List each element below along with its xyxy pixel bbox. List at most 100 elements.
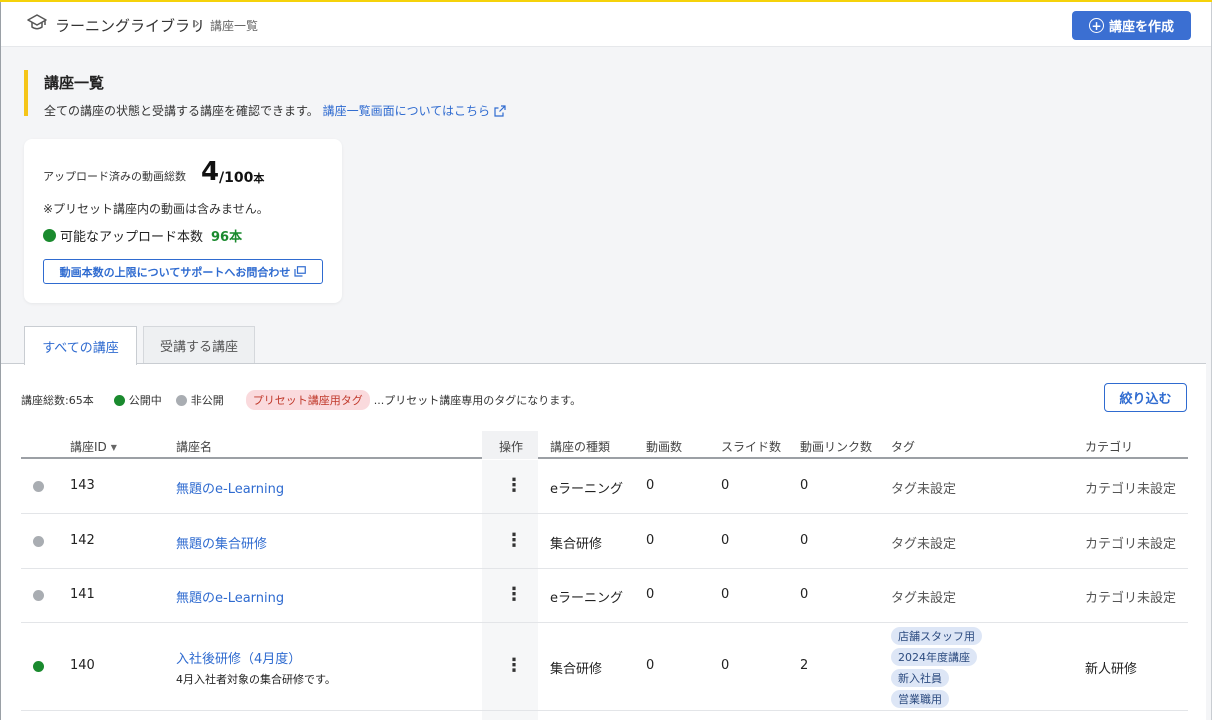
preset-tag-description: ...プリセット講座専用のタグになります。 — [373, 394, 582, 407]
legend-public: 公開中 — [113, 392, 162, 408]
course-type: eラーニング — [550, 482, 623, 497]
support-contact-label: 動画本数の上限についてサポートへお問合わせ — [59, 265, 291, 279]
video-count: 0 — [646, 587, 655, 602]
plus-circle-icon: + — [1088, 18, 1104, 33]
header-type: 講座の種類 — [550, 440, 611, 454]
tag-pill: 店舗スタッフ用 — [891, 627, 982, 645]
private-dot-icon — [175, 394, 187, 406]
external-link-icon — [494, 105, 506, 117]
create-course-button[interactable]: + 講座を作成 — [1072, 11, 1191, 40]
help-link-label: 講座一覧画面についてはこちら — [322, 104, 491, 118]
course-list-panel: 講座総数:65本 公開中 非公開 プリセット講座用タグ ...プリセット講座専用… — [1, 363, 1206, 720]
app-brand[interactable]: ラーニングライブラリ — [55, 15, 205, 36]
course-id: 142 — [70, 533, 95, 548]
table-row: 140 入社後研修（4月度） 4月入社者対象の集合研修です。 ⋮ 集合研修 0 … — [21, 623, 1188, 711]
video-count: 0 — [646, 658, 655, 673]
course-type: eラーニング — [550, 591, 623, 606]
more-options-icon[interactable]: ⋮ — [505, 586, 523, 604]
course-total: 講座総数:65本 — [21, 394, 94, 407]
graduation-cap-icon — [27, 14, 47, 30]
category-unset: カテゴリ未設定 — [1085, 537, 1177, 552]
course-name-link[interactable]: 無題の集合研修 — [176, 533, 267, 552]
upload-count-label: アップロード済みの動画総数 — [43, 170, 186, 183]
video-link-count: 2 — [800, 658, 809, 673]
breadcrumb-current: 講座一覧 — [210, 19, 259, 33]
tab-enrolled-courses[interactable]: 受講する講座 — [143, 326, 255, 364]
more-options-icon[interactable]: ⋮ — [505, 657, 523, 675]
course-type: 集合研修 — [550, 537, 603, 552]
video-count: 0 — [646, 533, 655, 548]
header-category: カテゴリ — [1085, 440, 1134, 454]
upload-count-card: アップロード済みの動画総数 4 /100本 ※プリセット講座内の動画は含みません… — [24, 139, 342, 303]
header-videos: 動画数 — [646, 440, 683, 454]
video-link-count: 0 — [800, 478, 809, 493]
page-heading-block: 講座一覧 全ての講座の状態と受講する講座を確認できます。 講座一覧画面については… — [24, 70, 506, 119]
breadcrumb-separator-icon: › — [194, 14, 200, 32]
legend-public-label: 公開中 — [128, 394, 162, 407]
header-tags: タグ — [891, 440, 916, 454]
sort-down-icon: ▼ — [110, 443, 117, 452]
course-id: 143 — [70, 478, 95, 493]
more-options-icon[interactable]: ⋮ — [505, 477, 523, 495]
slide-count: 0 — [721, 658, 730, 673]
app-header: ラーニングライブラリ › 講座一覧 + 講座を作成 — [1, 2, 1211, 47]
course-id: 141 — [70, 587, 95, 602]
create-course-label: 講座を作成 — [1108, 20, 1174, 35]
tag-list: 店舗スタッフ用 2024年度講座 新入社員 営業職用 — [891, 627, 982, 711]
header-links: 動画リンク数 — [800, 440, 873, 454]
page-title: 講座一覧 — [44, 74, 105, 92]
help-link[interactable]: 講座一覧画面についてはこちら — [323, 104, 506, 118]
header-name: 講座名 — [176, 440, 213, 454]
video-link-count: 0 — [800, 587, 809, 602]
header-id[interactable]: 講座ID ▼ — [70, 438, 117, 455]
filter-button[interactable]: 絞り込む — [1104, 383, 1187, 412]
category-unset: カテゴリ未設定 — [1085, 482, 1177, 497]
upload-count-value: 4 — [201, 157, 220, 187]
table-row: 143 無題のe-Learning ⋮ eラーニング 0 0 0 タグ未設定 カ… — [21, 460, 1188, 514]
status-dot-icon — [43, 229, 56, 242]
tags-unset: タグ未設定 — [891, 537, 957, 552]
table-row — [21, 711, 1188, 720]
video-count: 0 — [646, 478, 655, 493]
public-dot-icon — [113, 394, 125, 406]
preset-tag-badge: プリセット講座用タグ — [245, 390, 370, 410]
course-name-link[interactable]: 入社後研修（4月度） — [176, 648, 301, 667]
available-uploads: 可能なアップロード本数 96本 — [43, 226, 242, 245]
upload-count-max: /100 — [219, 170, 254, 186]
tag-pill: 営業職用 — [891, 690, 949, 708]
tab-all-courses-label: すべての講座 — [42, 340, 119, 356]
legend-private: 非公開 — [175, 392, 224, 408]
page-description-text: 全ての講座の状態と受講する講座を確認できます。 — [44, 104, 319, 118]
upload-note: ※プリセット講座内の動画は含みません。 — [43, 202, 269, 216]
page-description: 全ての講座の状態と受講する講座を確認できます。 講座一覧画面についてはこちら — [44, 102, 506, 119]
tab-enrolled-courses-label: 受講する講座 — [159, 340, 238, 355]
tags-unset: タグ未設定 — [891, 591, 957, 606]
slide-count: 0 — [721, 478, 730, 493]
status-private-icon — [33, 481, 44, 492]
course-description: 4月入社者対象の集合研修です。 — [176, 673, 336, 686]
tag-pill: 新入社員 — [891, 669, 949, 687]
available-uploads-count: 96本 — [211, 230, 243, 245]
status-public-icon — [33, 661, 44, 672]
legend-private-label: 非公開 — [190, 394, 224, 407]
category-unset: カテゴリ未設定 — [1085, 591, 1177, 606]
course-summary-bar: 講座総数:65本 公開中 非公開 プリセット講座用タグ ...プリセット講座専用… — [21, 390, 581, 410]
course-category: 新人研修 — [1085, 662, 1138, 677]
more-options-icon[interactable]: ⋮ — [505, 532, 523, 550]
slide-count: 0 — [721, 533, 730, 548]
ops-cell-shade — [482, 711, 538, 720]
tab-all-courses[interactable]: すべての講座 — [24, 326, 137, 365]
available-uploads-label: 可能なアップロード本数 — [60, 230, 204, 245]
table-header: 講座ID ▼ 講座名 操作 講座の種類 動画数 スライド数 動画リンク数 タグ カ… — [21, 431, 1188, 459]
status-private-icon — [33, 590, 44, 601]
course-id: 140 — [70, 658, 95, 673]
header-id-label: 講座ID — [70, 440, 107, 454]
course-name-link[interactable]: 無題のe-Learning — [176, 587, 284, 606]
tag-pill: 2024年度講座 — [891, 648, 977, 666]
support-contact-button[interactable]: 動画本数の上限についてサポートへお問合わせ — [43, 259, 323, 284]
course-type: 集合研修 — [550, 662, 603, 677]
course-name-link[interactable]: 無題のe-Learning — [176, 478, 284, 497]
slide-count: 0 — [721, 587, 730, 602]
tags-unset: タグ未設定 — [891, 482, 957, 497]
open-window-icon — [294, 266, 307, 277]
